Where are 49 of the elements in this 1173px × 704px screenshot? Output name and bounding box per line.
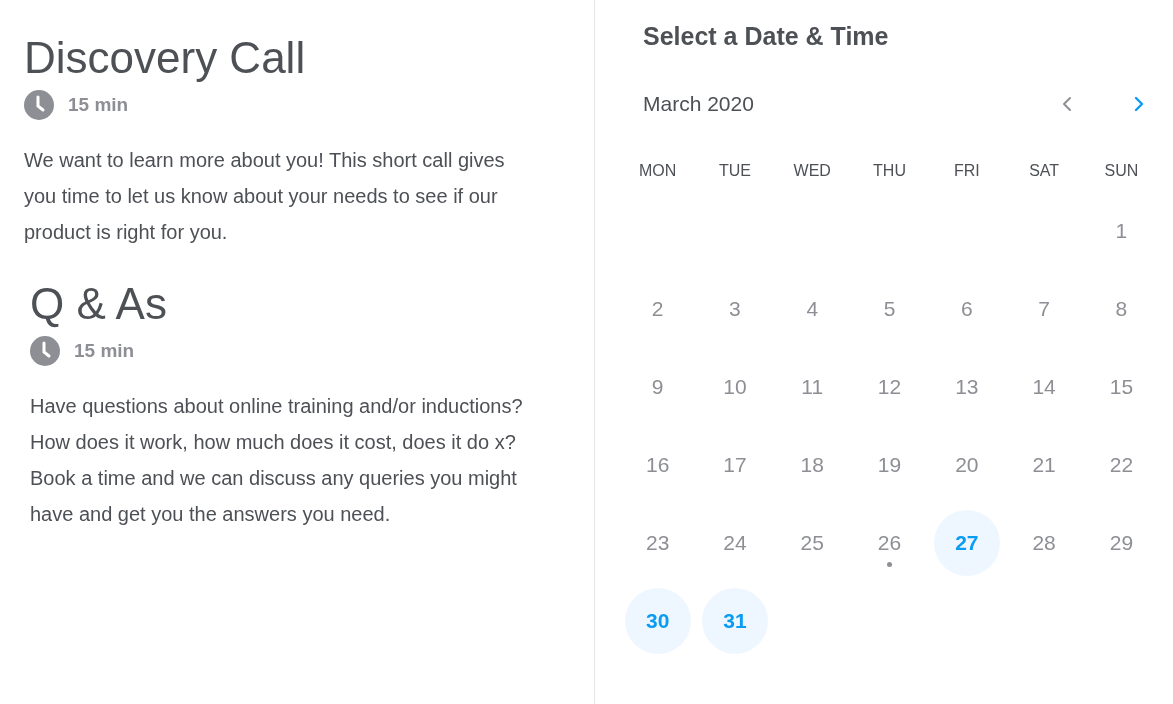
calendar-day: 4 bbox=[779, 276, 846, 342]
event-description: We want to learn more about you! This short call gives you time to let us know about your needs to see if our product is right for you. bbox=[24, 148, 506, 245]
calendar-day: 13 bbox=[933, 354, 1000, 420]
calendar-heading: Select a Date & Time bbox=[643, 21, 890, 52]
calendar-day: 1 bbox=[1088, 198, 1155, 264]
calendar-day: 10 bbox=[701, 354, 768, 420]
calendar-day: 2 bbox=[624, 276, 691, 342]
calendar-day: 24 bbox=[701, 510, 768, 576]
weekday-label: TUE bbox=[718, 162, 751, 181]
calendar-day: 6 bbox=[933, 276, 1000, 342]
weekday-label: MON bbox=[639, 162, 677, 181]
clock-icon bbox=[30, 336, 60, 366]
weekday-label: WED bbox=[793, 162, 831, 181]
calendar-day: 19 bbox=[856, 432, 923, 498]
calendar-day: 12 bbox=[856, 354, 923, 420]
weekday-label: SUN bbox=[1104, 162, 1139, 181]
calendar-day[interactable]: 27 bbox=[933, 510, 1000, 576]
event-title: Q & As bbox=[30, 278, 168, 330]
weekday-label: SAT bbox=[1029, 162, 1060, 181]
calendar-day: 14 bbox=[1011, 354, 1078, 420]
calendar-day: 23 bbox=[624, 510, 691, 576]
event-description: Book a time and we can discuss any queries you might have and get you the answers you need. bbox=[30, 466, 518, 527]
clock-icon bbox=[24, 90, 54, 120]
calendar-day: 8 bbox=[1088, 276, 1155, 342]
calendar-day: 5 bbox=[856, 276, 923, 342]
event-title: Discovery Call bbox=[24, 32, 307, 84]
weekday-label: FRI bbox=[953, 162, 980, 181]
calendar-day: 28 bbox=[1011, 510, 1078, 576]
month-label: March 2020 bbox=[643, 92, 755, 116]
calendar-day: 3 bbox=[701, 276, 768, 342]
calendar-day: 17 bbox=[701, 432, 768, 498]
calendar-day: 21 bbox=[1011, 432, 1078, 498]
calendar-day: 15 bbox=[1088, 354, 1155, 420]
calendar-day: 26 bbox=[856, 510, 923, 576]
calendar-day: 25 bbox=[779, 510, 846, 576]
calendar-day: 29 bbox=[1088, 510, 1155, 576]
calendar-day: 9 bbox=[624, 354, 691, 420]
calendar-day: 18 bbox=[779, 432, 846, 498]
calendar-day: 11 bbox=[779, 354, 846, 420]
calendar-day: 7 bbox=[1011, 276, 1078, 342]
calendar-day: 16 bbox=[624, 432, 691, 498]
calendar-day: 22 bbox=[1088, 432, 1155, 498]
weekday-label: THU bbox=[873, 162, 906, 181]
duration: 15 min bbox=[68, 94, 129, 116]
calendar-day: 20 bbox=[933, 432, 1000, 498]
calendar-day[interactable]: 30 bbox=[624, 588, 691, 654]
event-description: Have questions about online training and/or inductions? How does it work, how much does it cost, does it do x? bbox=[30, 394, 524, 455]
duration: 15 min bbox=[74, 340, 135, 362]
calendar-day[interactable]: 31 bbox=[701, 588, 768, 654]
